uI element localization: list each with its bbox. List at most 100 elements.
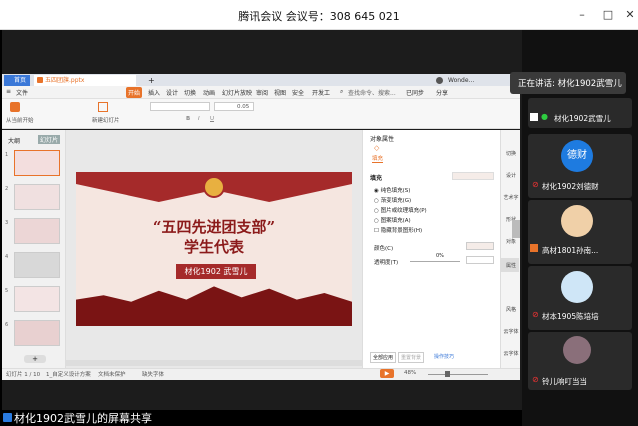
share-label: 材化1902武雪儿的屏幕共享 [14, 412, 152, 425]
menu-developer[interactable]: 开发工 [312, 88, 330, 97]
fill-solid-option[interactable]: ◉ 纯色填充(S) [374, 186, 410, 194]
tool-object[interactable]: 对象 [503, 238, 519, 245]
new-tab-button[interactable]: + [144, 75, 159, 86]
maximize-button[interactable]: □ [600, 7, 616, 23]
reset-bg-button[interactable]: 重置背景 [398, 352, 425, 363]
slide-title-line2: 学生代表 [183, 238, 244, 256]
italic-button[interactable]: I [198, 116, 200, 122]
theme-name[interactable]: 1_自定义设计方案 [46, 370, 91, 378]
fill-tab-icon[interactable]: ◇ [374, 144, 379, 152]
zoom-slider[interactable] [428, 374, 488, 375]
participant-name: 铃儿响叮当当 [542, 377, 587, 386]
avatar [563, 336, 591, 364]
thumb-number: 3 [5, 220, 9, 226]
fill-tab[interactable]: 填充 [372, 154, 384, 163]
screen-share-icon [3, 413, 12, 422]
tool-design[interactable]: 设计 [503, 172, 519, 179]
tool-properties[interactable]: 属性 [503, 262, 519, 269]
meeting-titlebar: 腾讯会议 会议号：308 645 021 – □ ✕ [0, 0, 638, 30]
font-size-select[interactable]: 0.05 [214, 102, 254, 111]
outline-tab[interactable]: 大纲 [8, 136, 20, 145]
slide-thumbnail[interactable] [14, 184, 60, 210]
zoom-slider-thumb[interactable] [445, 371, 450, 377]
mic-icon: ● [541, 112, 548, 121]
sync-status[interactable]: 已同步 [406, 88, 424, 97]
menu-insert[interactable]: 插入 [148, 88, 160, 97]
hide-bg-checkbox[interactable]: ☐ 隐藏背景图形(H) [374, 226, 422, 234]
tool-wordart[interactable]: 艺术字 [503, 194, 519, 201]
new-slide-icon[interactable] [98, 102, 108, 112]
tool-style[interactable]: 风格 [503, 306, 519, 313]
thumb-number: 1 [5, 152, 9, 158]
menu-view[interactable]: 视图 [274, 88, 286, 97]
from-start-button[interactable]: 从当前开始 [6, 116, 34, 124]
participant-name: 材化1902武雪儿 [554, 114, 611, 123]
slide-title-line1: “五四先进团支部” [152, 218, 276, 236]
add-slide-button[interactable]: + [24, 355, 46, 363]
underline-button[interactable]: U [210, 116, 214, 122]
command-search[interactable]: 查找命令、搜索... [348, 88, 396, 97]
fill-pattern-label: 图案填充(A) [380, 218, 411, 224]
menu-security[interactable]: 安全 [292, 88, 304, 97]
mic-muted-icon: ⊘ [532, 375, 539, 384]
user-icon [530, 244, 538, 252]
slides-tab[interactable]: 幻灯片 [38, 135, 61, 144]
slideshow-play-icon[interactable] [10, 102, 20, 112]
avatar [561, 205, 593, 237]
thumb-number: 5 [5, 288, 9, 294]
close-button[interactable]: ✕ [622, 7, 638, 23]
thumb-number: 4 [5, 254, 9, 260]
thumb-number: 6 [5, 322, 9, 328]
tips-link[interactable]: 操作技巧 [434, 353, 454, 360]
fill-pattern-option[interactable]: ○ 图案填充(A) [374, 216, 411, 224]
mic-muted-icon: ⊘ [532, 180, 539, 189]
current-slide[interactable]: “五四先进团支部” 学生代表 材化1902 武雪儿 [76, 172, 352, 326]
apply-all-button[interactable]: 全部应用 [370, 352, 397, 363]
transparency-input[interactable] [466, 256, 494, 264]
new-slide-button[interactable]: 新建幻灯片 [92, 116, 120, 124]
fill-color-preview[interactable] [452, 172, 494, 180]
search-icon[interactable]: ⌕ [340, 88, 343, 96]
menu-transition[interactable]: 切换 [184, 88, 196, 97]
menu-start[interactable]: 开始 [128, 88, 140, 97]
fill-picture-option[interactable]: ○ 图片或纹理填充(P) [374, 206, 427, 214]
emblem-icon [203, 176, 225, 198]
play-slideshow-button[interactable]: ▶ [380, 369, 394, 378]
document-protect[interactable]: 文档未保护 [98, 370, 126, 378]
menu-design[interactable]: 设计 [166, 88, 178, 97]
drawing-tools[interactable] [420, 103, 510, 125]
tool-cloudfont-2[interactable]: 云字体 [503, 350, 519, 357]
horizontal-scrollbar[interactable] [66, 360, 362, 366]
avatar: 德财 [561, 140, 593, 172]
zoom-level: 48% [404, 370, 417, 376]
menu-slideshow[interactable]: 幻灯片放映 [222, 88, 252, 97]
panel-collapse-handle[interactable] [512, 220, 520, 238]
menu-file[interactable]: 文件 [16, 88, 28, 97]
user-name: Wonde... [448, 77, 475, 84]
share-button[interactable]: 分享 [436, 88, 448, 97]
user-avatar[interactable] [436, 77, 443, 84]
missing-font[interactable]: 缺失字体 [142, 370, 164, 378]
fill-gradient-option[interactable]: ○ 渐变填充(G) [374, 196, 411, 204]
bold-button[interactable]: B [186, 116, 190, 122]
tool-transition[interactable]: 切换 [503, 150, 519, 157]
font-name-select[interactable] [150, 102, 210, 111]
color-label: 颜色(C) [374, 246, 394, 252]
menu-review[interactable]: 审阅 [256, 88, 268, 97]
paragraph-tools[interactable] [290, 103, 410, 111]
transparency-slider[interactable] [410, 261, 460, 262]
slide-thumbnail[interactable] [14, 286, 60, 312]
tab-document[interactable]: 五四团旗.pptx [34, 75, 136, 86]
tool-cloudfont[interactable]: 云字体 [503, 328, 519, 335]
minimize-button[interactable]: – [574, 7, 590, 23]
color-picker[interactable] [466, 242, 494, 250]
menu-icon[interactable]: ≡ [6, 88, 11, 95]
fill-solid-label: 纯色填充(S) [380, 188, 411, 194]
fill-gradient-label: 渐变填充(G) [380, 198, 412, 204]
slide-thumbnail[interactable] [14, 218, 60, 244]
menu-animation[interactable]: 动画 [203, 88, 215, 97]
slide-thumbnail[interactable] [14, 150, 60, 176]
slide-thumbnail[interactable] [14, 320, 60, 346]
tab-home[interactable]: 首页 [10, 75, 30, 86]
slide-thumbnail[interactable] [14, 252, 60, 278]
